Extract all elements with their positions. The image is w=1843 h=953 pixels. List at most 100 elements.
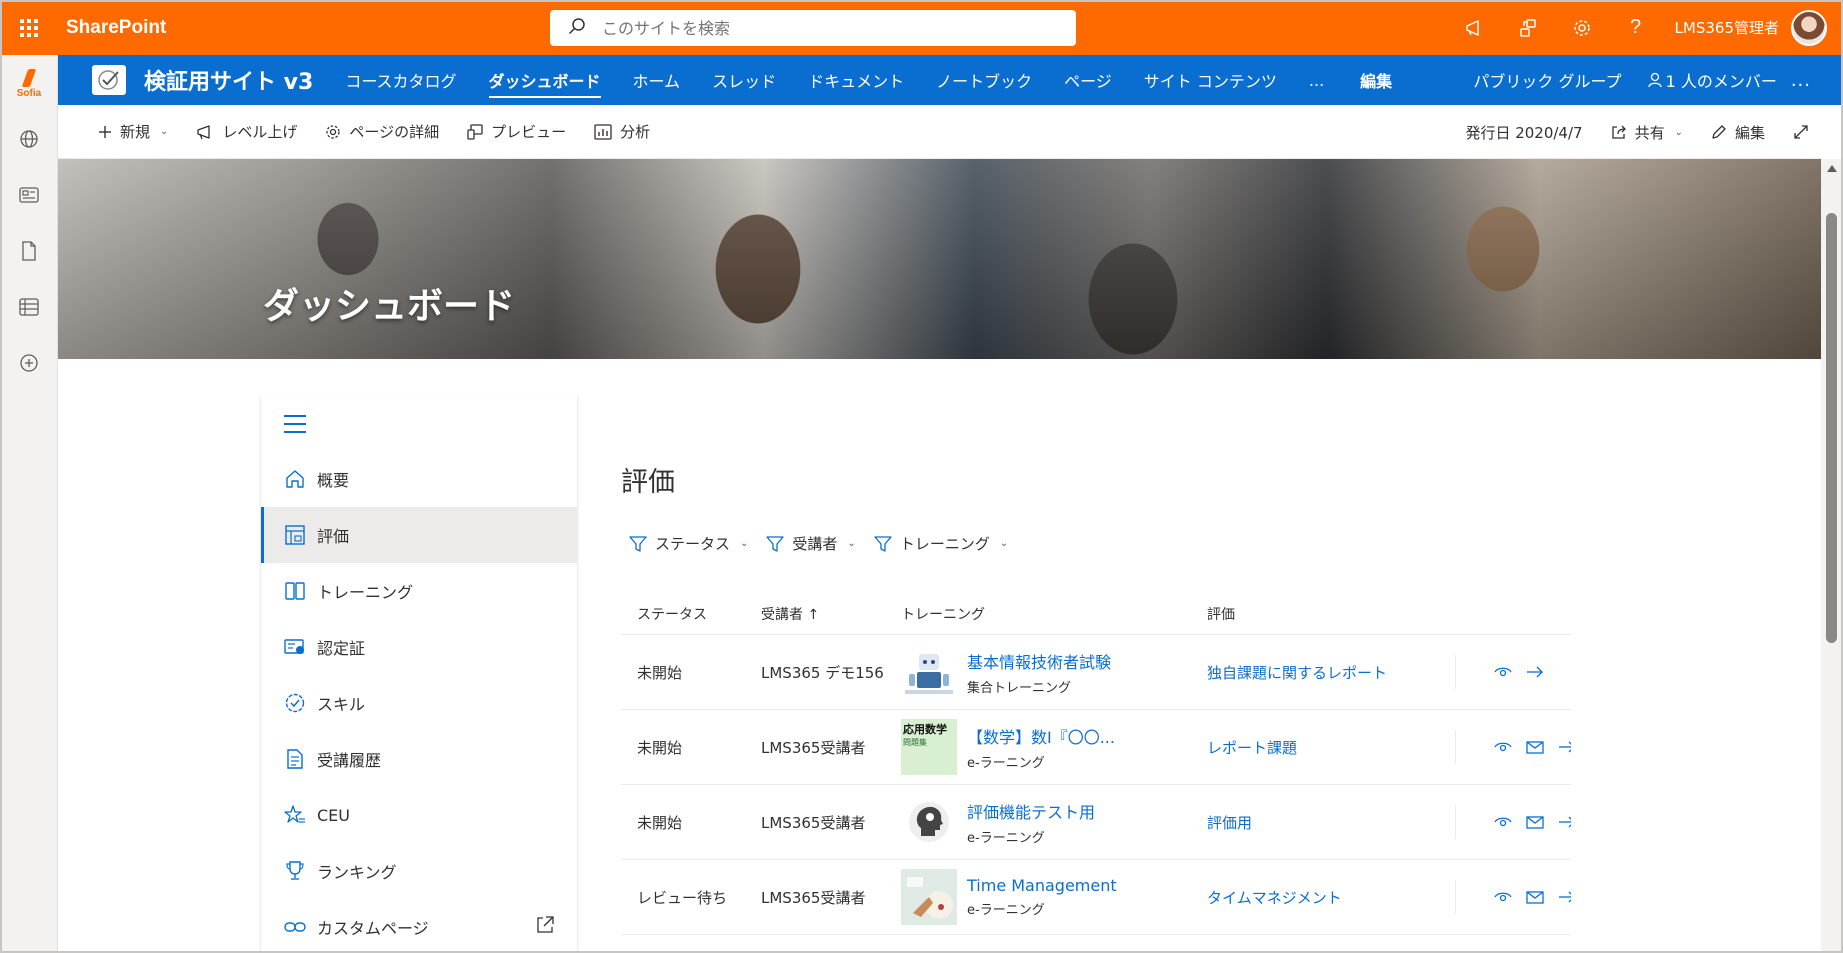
edit-page-button[interactable]: 編集 [1711, 122, 1765, 143]
site-navigation: コースカタログ ダッシュボード ホーム スレッド ドキュメント ノートブック ペ… [329, 55, 1408, 105]
menu-item-overview[interactable]: 概要 [261, 451, 577, 507]
expand-icon[interactable] [1793, 124, 1809, 140]
nav-edit-button[interactable]: 編集 [1344, 55, 1408, 105]
menu-item-custom-page[interactable]: カスタムページ [261, 899, 577, 953]
menu-item-label: スキル [317, 695, 366, 714]
column-header-learner[interactable]: 受講者 ↑ [745, 604, 885, 624]
sofia-logo[interactable]: Sofia [0, 55, 58, 111]
menu-item-skills[interactable]: スキル [261, 675, 577, 731]
menu-item-ranking[interactable]: ランキング [261, 843, 577, 899]
open-external-icon[interactable] [535, 915, 555, 939]
avatar[interactable] [1791, 9, 1827, 46]
arrow-right-icon[interactable] [1558, 740, 1571, 754]
evaluation-link[interactable]: タイムマネジメント [1191, 887, 1455, 908]
share-arrow-icon [1611, 124, 1627, 140]
scroll-up-arrow-icon[interactable] [1827, 165, 1837, 172]
site-more-button[interactable]: ... [1791, 70, 1811, 91]
site-header: 検証用サイト v3 コースカタログ ダッシュボード ホーム スレッド ドキュメン… [58, 55, 1843, 105]
menu-item-history[interactable]: 受講履歴 [261, 731, 577, 787]
preview-button[interactable]: プレビュー [467, 121, 566, 142]
evaluation-link[interactable]: レポート課題 [1191, 737, 1455, 758]
evaluation-link[interactable]: 独自課題に関するレポート [1191, 662, 1455, 683]
list-icon[interactable] [0, 279, 58, 335]
column-header-evaluation[interactable]: 評価 [1191, 604, 1455, 624]
menu-item-assessment[interactable]: 評価 [261, 507, 577, 563]
menu-item-training[interactable]: トレーニング [261, 563, 577, 619]
add-circle-icon[interactable] [0, 335, 58, 391]
page-details-button[interactable]: ページの詳細 [325, 121, 439, 142]
menu-item-label: CEU [317, 805, 350, 825]
site-logo[interactable] [92, 65, 126, 95]
public-group-label: パブリック グループ [1473, 72, 1622, 91]
filter-status[interactable]: ステータス ⌄ [629, 533, 748, 554]
filter-icon [629, 535, 647, 553]
vertical-scrollbar[interactable] [1821, 159, 1843, 953]
column-header-status[interactable]: ステータス [621, 604, 745, 624]
scrollbar-thumb[interactable] [1826, 213, 1837, 643]
certificate-icon [283, 635, 307, 659]
row-status: 未開始 [637, 813, 683, 832]
chevron-down-icon: ⌄ [999, 538, 1009, 549]
nav-home[interactable]: ホーム [617, 55, 697, 105]
training-link[interactable]: 【数学】数Ⅰ『〇〇... [967, 724, 1115, 748]
mail-open-icon[interactable] [1526, 740, 1544, 754]
arrow-right-icon[interactable] [1558, 890, 1571, 904]
nav-threads[interactable]: スレッド [696, 55, 792, 105]
eye-icon[interactable] [1494, 890, 1512, 904]
globe-icon[interactable] [0, 111, 58, 167]
table-row: 未開始 LMS365 デモ156 基本情報技術者試験 集合トレーニング 独自課題… [621, 635, 1571, 710]
nav-site-contents[interactable]: サイト コンテンツ [1128, 55, 1293, 105]
mail-open-icon[interactable] [1526, 815, 1544, 829]
filter-training[interactable]: トレーニング ⌄ [874, 533, 1008, 554]
promote-button[interactable]: レベル上げ [196, 121, 297, 142]
document-icon[interactable] [0, 223, 58, 279]
menu-item-certificates[interactable]: 認定証 [261, 619, 577, 675]
user-name[interactable]: LMS365管理者 [1675, 17, 1779, 38]
arrow-right-icon[interactable] [1558, 815, 1571, 829]
assessment-table: ステータス 受講者 ↑ トレーニング 評価 未開始 LMS365 デモ156 基… [621, 593, 1571, 935]
eye-icon[interactable] [1494, 665, 1512, 679]
hamburger-menu-icon[interactable] [284, 415, 306, 433]
column-header-training[interactable]: トレーニング [885, 604, 1191, 624]
help-icon[interactable]: ? [1609, 0, 1663, 55]
arrow-right-icon[interactable] [1526, 665, 1544, 679]
training-link[interactable]: Time Management [967, 876, 1117, 895]
suite-bar: SharePoint ? LMS365管理者 [0, 0, 1843, 55]
members-button[interactable]: 1 人のメンバー [1647, 68, 1777, 92]
nav-pages[interactable]: ページ [1048, 55, 1128, 105]
site-title[interactable]: 検証用サイト v3 [144, 64, 313, 96]
skill-badge-icon [283, 691, 307, 715]
app-bar: Sofia [0, 55, 58, 953]
nav-more[interactable]: ... [1293, 55, 1340, 105]
analytics-button[interactable]: 分析 [594, 121, 650, 142]
search-input[interactable] [602, 18, 1042, 38]
row-actions [1455, 805, 1571, 839]
share-button[interactable]: 共有 ⌄ [1611, 122, 1683, 143]
search-icon [568, 17, 586, 39]
share-icon[interactable] [1501, 0, 1555, 55]
plus-icon [98, 125, 112, 139]
filter-learner[interactable]: 受講者 ⌄ [766, 533, 856, 554]
assessment-icon [283, 523, 307, 547]
gear-icon[interactable] [1555, 0, 1609, 55]
nav-course-catalog[interactable]: コースカタログ [329, 55, 472, 105]
preview-icon [467, 123, 483, 140]
nav-notebook[interactable]: ノートブック [920, 55, 1048, 105]
menu-item-label: トレーニング [317, 583, 414, 602]
mail-open-icon[interactable] [1526, 890, 1544, 904]
training-link[interactable]: 評価機能テスト用 [967, 799, 1095, 823]
table-row: 未開始 LMS365受講者 応用数学 問題集 【数学】数Ⅰ『〇〇... e-ラー… [621, 710, 1571, 785]
megaphone-icon[interactable] [1447, 0, 1501, 55]
eye-icon[interactable] [1494, 740, 1512, 754]
evaluation-link[interactable]: 評価用 [1191, 812, 1455, 833]
new-button[interactable]: 新規 ⌄ [98, 121, 168, 142]
news-icon[interactable] [0, 167, 58, 223]
eye-icon[interactable] [1494, 815, 1512, 829]
search-box[interactable] [550, 10, 1076, 46]
nav-documents[interactable]: ドキュメント [792, 55, 920, 105]
sharepoint-brand[interactable]: SharePoint [66, 17, 166, 39]
app-launcher-button[interactable] [0, 0, 58, 55]
menu-item-ceu[interactable]: CEU [261, 787, 577, 843]
training-link[interactable]: 基本情報技術者試験 [967, 649, 1111, 673]
nav-dashboard[interactable]: ダッシュボード [473, 55, 617, 105]
